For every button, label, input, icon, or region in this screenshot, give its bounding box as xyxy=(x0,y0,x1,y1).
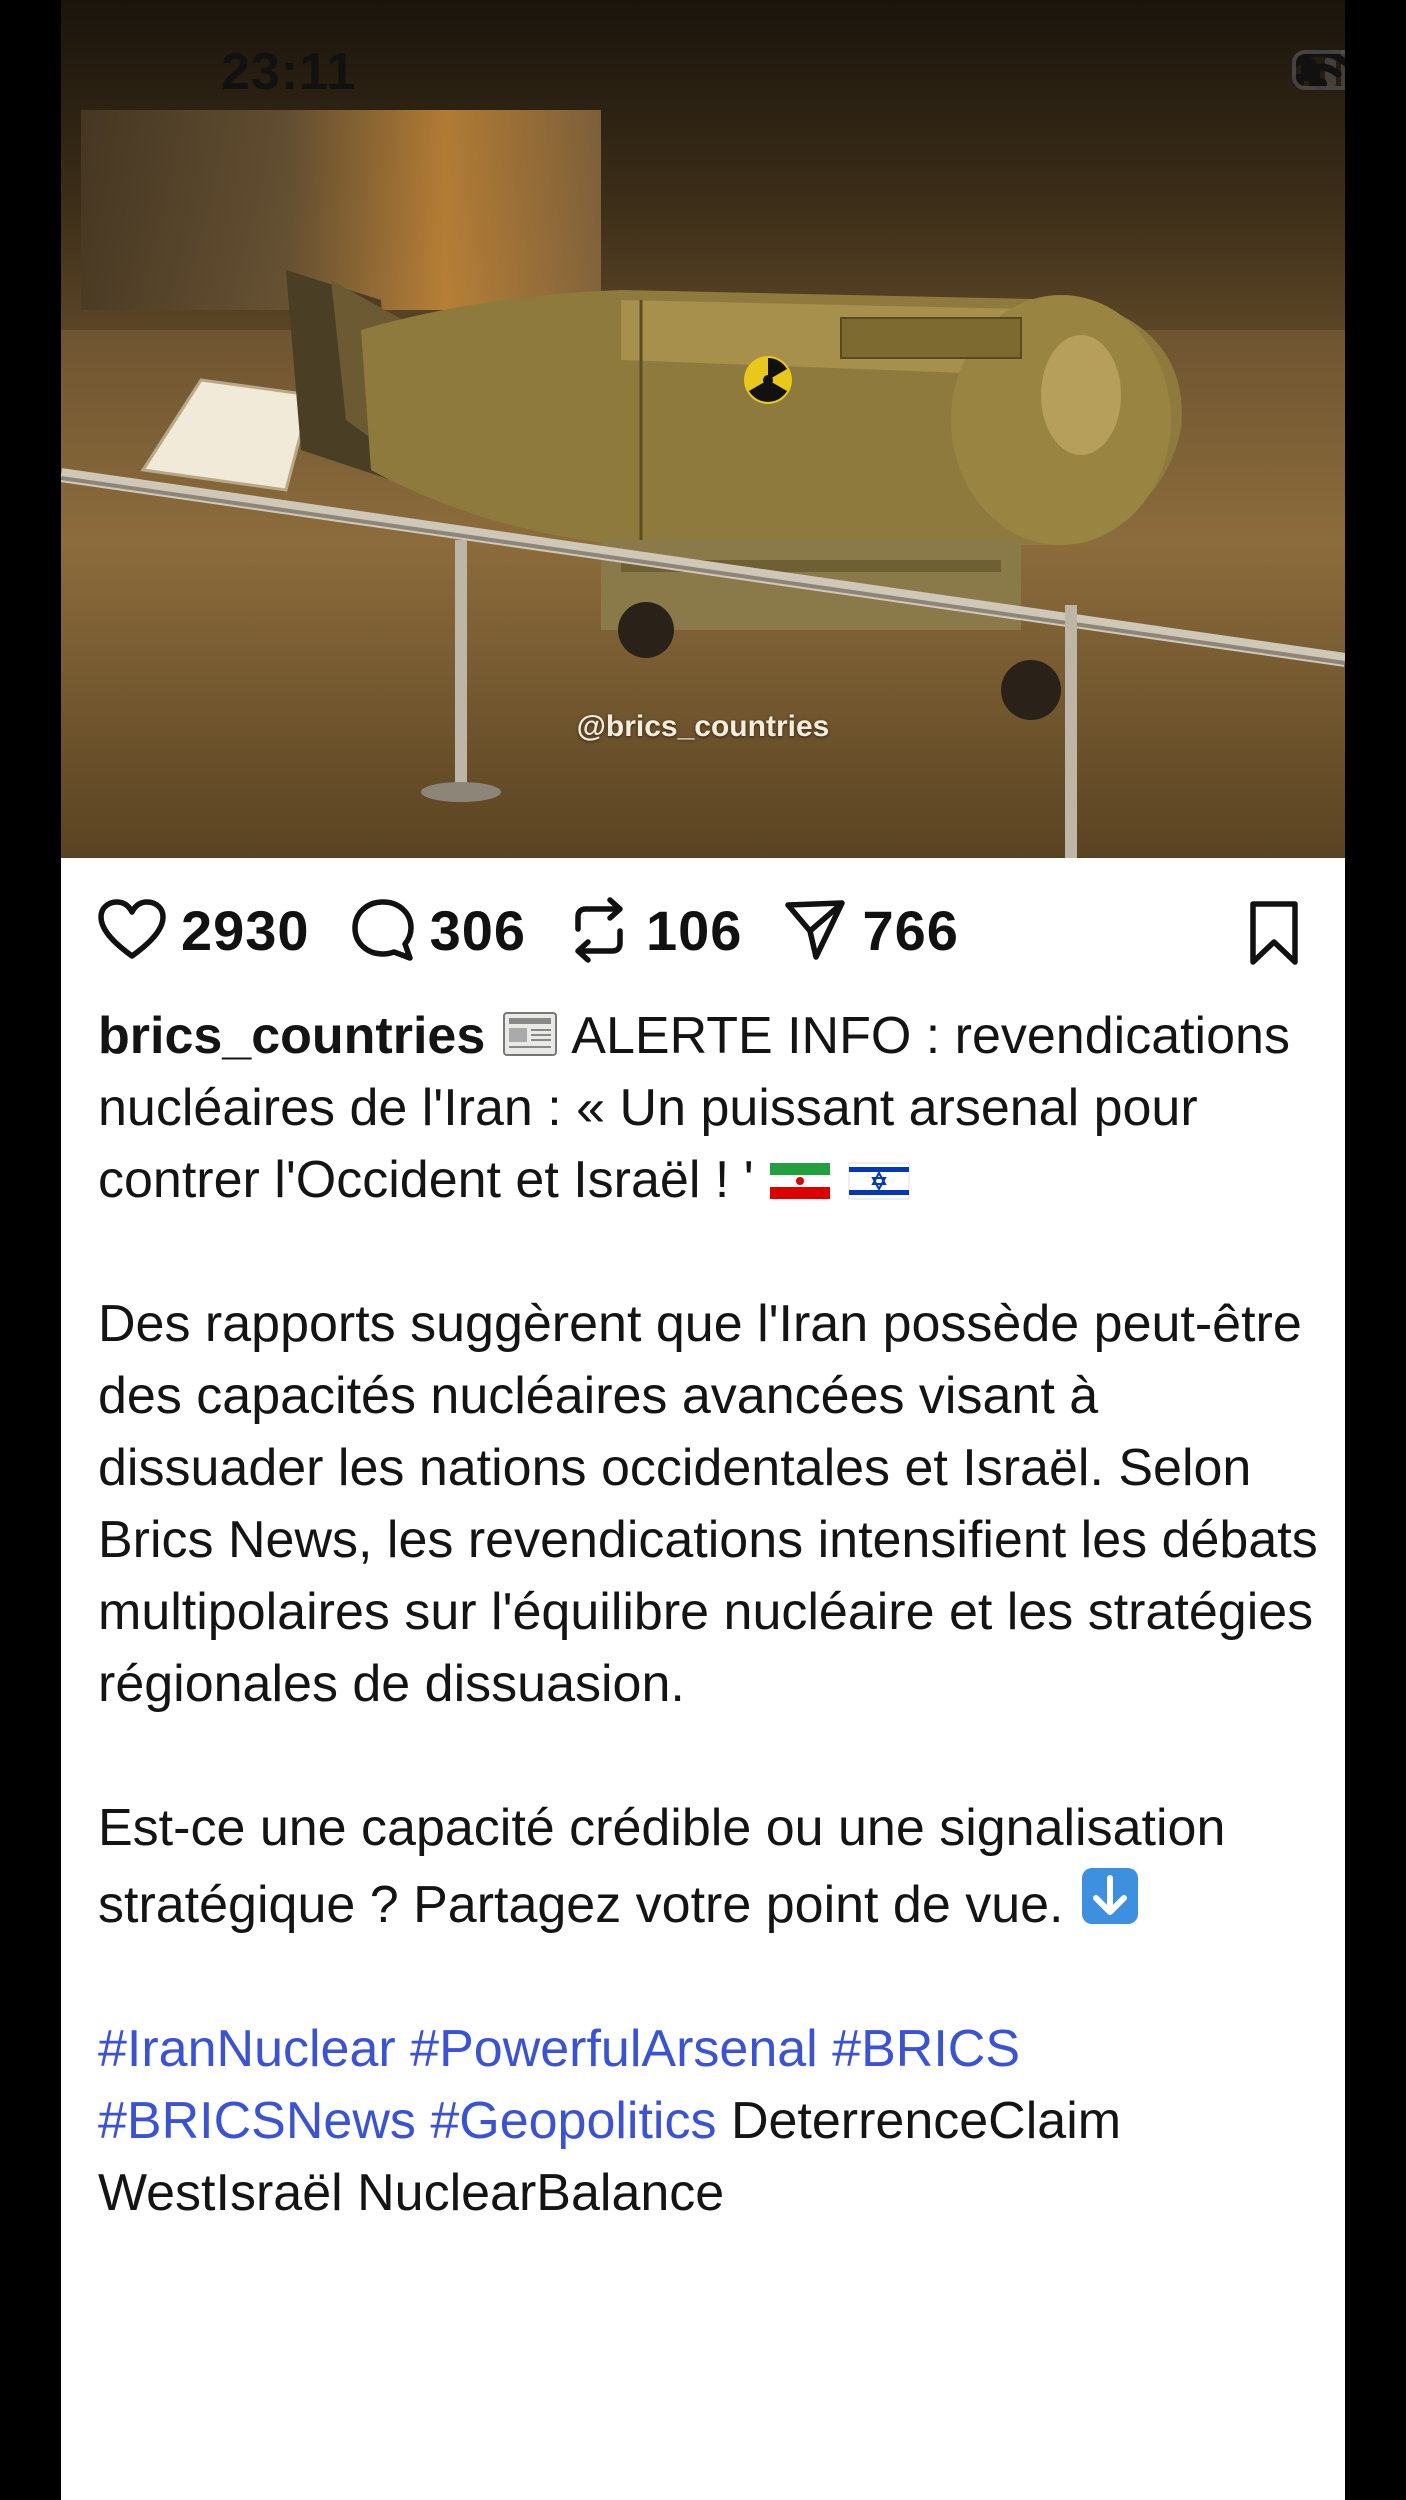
bookmark-button[interactable] xyxy=(1245,900,1303,971)
repost-icon xyxy=(575,897,623,963)
photo-watermark: @brics_countries xyxy=(576,710,830,743)
status-time: 23:11 xyxy=(221,43,357,101)
post-screen: 23:11 @brics_countries 2930 306 106 766 … xyxy=(61,0,1345,2500)
newspaper-emoji xyxy=(502,1012,557,1056)
hashtag-link[interactable]: #PowerfulArsenal xyxy=(410,2020,818,2078)
heart-icon xyxy=(98,899,166,959)
share-count: 766 xyxy=(862,898,959,962)
post-username[interactable]: brics_countries xyxy=(98,1007,485,1065)
share-button[interactable]: 766 xyxy=(782,897,958,963)
bookmark-icon xyxy=(1250,901,1298,965)
iran-flag-emoji xyxy=(770,1163,831,1199)
post-caption: brics_countries ALERTE INFO : revendicat… xyxy=(98,1000,1338,2229)
comment-button[interactable]: 306 xyxy=(350,897,526,963)
like-button[interactable]: 2930 xyxy=(97,898,310,963)
comment-icon xyxy=(351,899,414,961)
paragraph-2-text: Est-ce une capacité crédible ou une sign… xyxy=(98,1799,1226,1934)
caption-tags: #IranNuclear #PowerfulArsenal #BRICS #BR… xyxy=(98,2013,1338,2229)
battery-icon xyxy=(1292,50,1345,90)
share-icon xyxy=(785,900,846,960)
down-arrow-emoji xyxy=(1081,1868,1138,1924)
hashtag-link[interactable]: #BRICSNews xyxy=(98,2092,416,2150)
caption-headline: brics_countries ALERTE INFO : revendicat… xyxy=(98,1000,1338,1216)
repost-button[interactable]: 106 xyxy=(566,895,742,965)
comment-count: 306 xyxy=(429,898,527,962)
caption-paragraph-2: Est-ce une capacité crédible ou une sign… xyxy=(98,1792,1338,1941)
hashtag-link[interactable]: #IranNuclear xyxy=(98,2020,396,2078)
caption-paragraph-1: Des rapports suggèrent que l'Iran possèd… xyxy=(98,1295,1318,1713)
like-count: 2930 xyxy=(181,898,310,962)
action-bar: 2930 306 106 766 xyxy=(61,880,1345,980)
israel-flag-emoji xyxy=(848,1162,910,1200)
hashtag-link[interactable]: #Geopolitics xyxy=(430,2092,716,2150)
hashtag-link[interactable]: #BRICS xyxy=(832,2020,1020,2078)
repost-count: 106 xyxy=(646,898,743,962)
post-photo[interactable]: 23:11 @brics_countries xyxy=(61,0,1345,858)
